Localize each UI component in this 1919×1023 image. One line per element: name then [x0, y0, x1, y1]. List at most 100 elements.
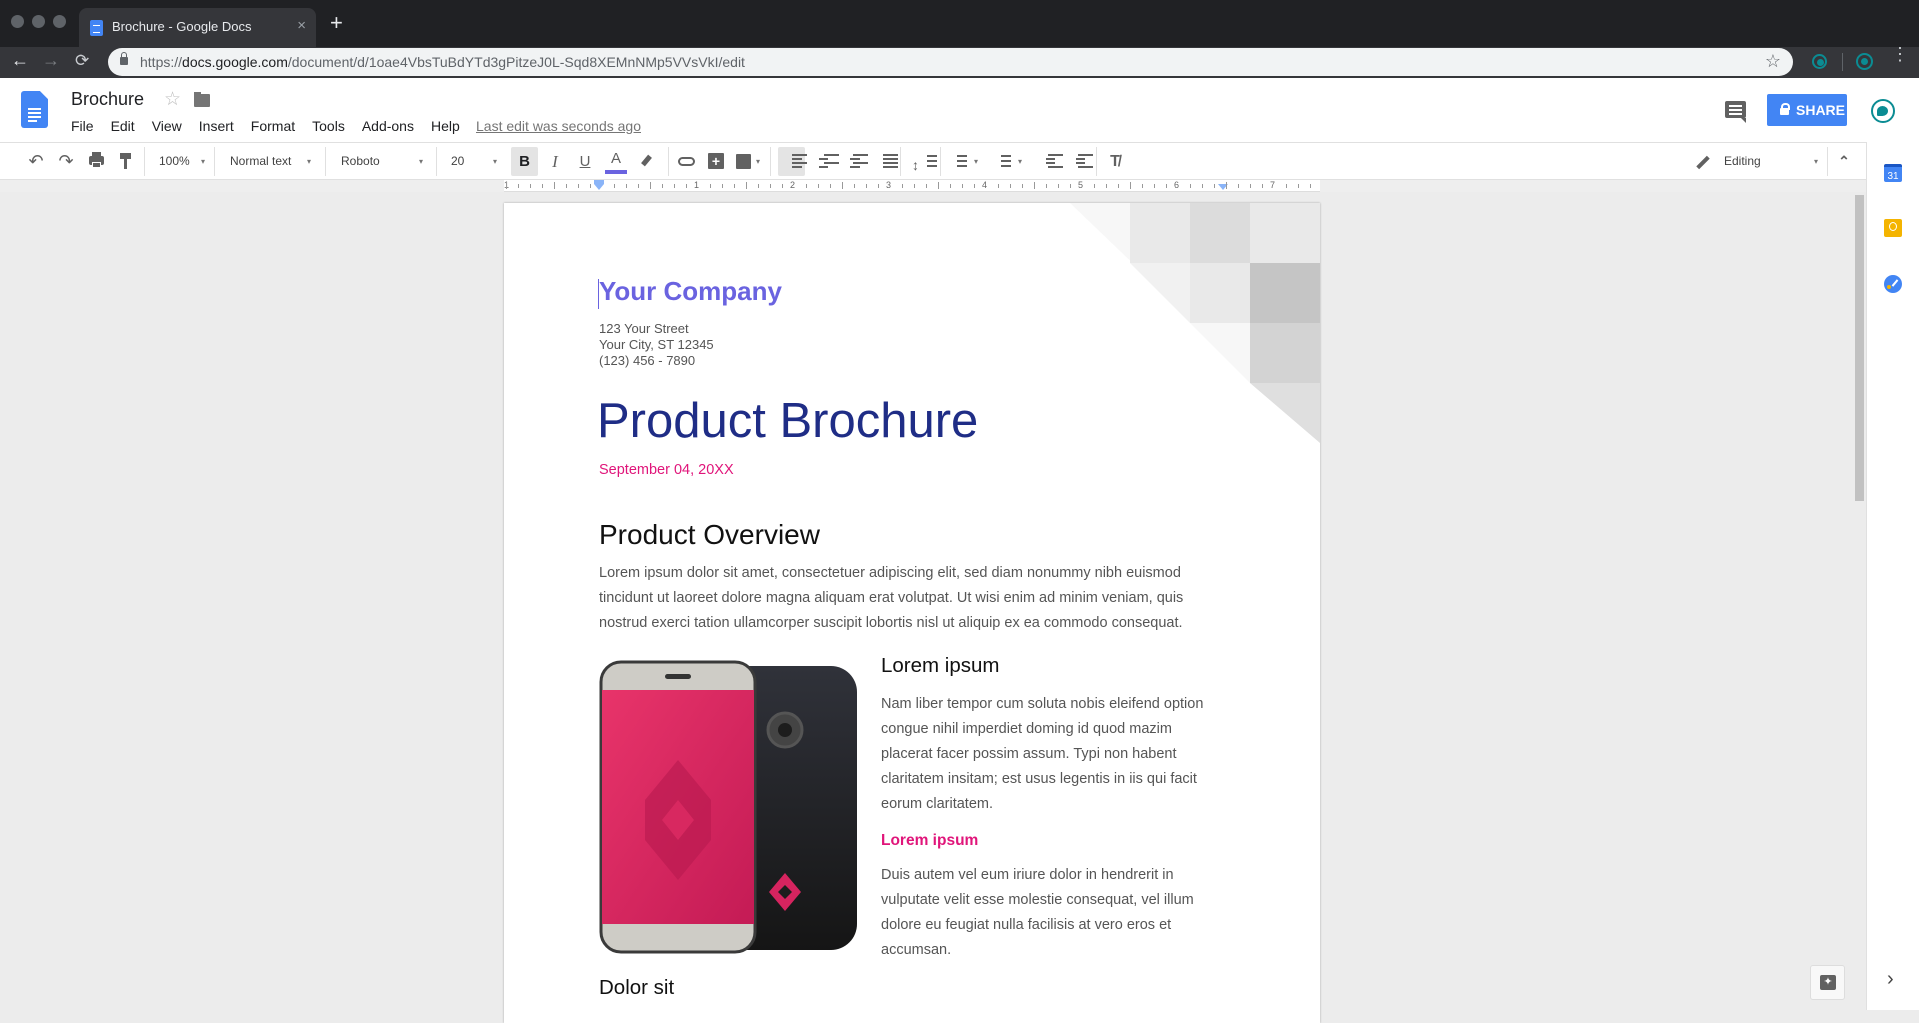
align-left-button[interactable] [778, 147, 807, 176]
browser-menu-icon[interactable]: ⋮ [1891, 45, 1909, 63]
ruler-tick [962, 184, 963, 188]
paragraph-line[interactable]: eorum claritatem. [881, 792, 993, 817]
line-spacing-icon[interactable]: ↕ [910, 143, 937, 180]
clear-formatting-icon[interactable]: T̸ [1105, 143, 1125, 180]
address-line[interactable]: (123) 456 - 7890 [599, 353, 695, 369]
calendar-icon[interactable]: 31 [1884, 164, 1902, 182]
underline-button[interactable]: U [574, 143, 596, 180]
browser-tab[interactable]: Brochure - Google Docs × [79, 8, 316, 47]
align-right-button[interactable] [843, 143, 868, 180]
paragraph-line[interactable]: placerat facer possim assum. Typi non ha… [881, 742, 1177, 767]
link-icon[interactable] [675, 143, 699, 180]
menu-format[interactable]: Format [251, 118, 295, 134]
address-line[interactable]: Your City, ST 12345 [599, 337, 714, 353]
paragraph-line[interactable]: congue nihil imperdiet doming id quod ma… [881, 717, 1172, 742]
share-button[interactable]: SHARE [1767, 94, 1847, 126]
expand-panel-chevron-icon[interactable]: › [1887, 968, 1894, 991]
paragraph-line[interactable]: claritatem insitam; est usus legentis in… [881, 767, 1197, 792]
window-minimize-button[interactable] [32, 15, 45, 28]
insert-comment-icon[interactable]: + [706, 143, 726, 180]
document-date[interactable]: September 04, 20XX [599, 462, 734, 478]
ruler-tick [1250, 184, 1251, 188]
section-heading[interactable]: Product Overview [599, 519, 820, 551]
menu-edit[interactable]: Edit [111, 118, 135, 134]
paragraph-line[interactable]: Duis autem vel eum iriure dolor in hendr… [881, 863, 1174, 888]
editing-mode-select[interactable]: Editing ▾ [1696, 143, 1818, 180]
paragraph-line[interactable]: tincidunt ut laoreet dolore magna aliqua… [599, 586, 1183, 611]
paragraph-line[interactable]: dolore eu feugiat nulla facilisis at ver… [881, 913, 1171, 938]
account-avatar[interactable] [1871, 99, 1895, 123]
forward-icon[interactable]: → [42, 50, 60, 71]
italic-button[interactable]: I [544, 143, 566, 180]
back-icon[interactable]: ← [11, 50, 29, 71]
increase-indent-icon[interactable] [1068, 143, 1093, 180]
text-color-button[interactable]: A [605, 143, 627, 180]
explore-button[interactable]: ✦ [1810, 965, 1845, 1000]
ruler-page-area[interactable]: 1 1 2 3 4 5 6 7 [504, 180, 1320, 192]
ruler-tick [1202, 184, 1203, 188]
font-size-select[interactable]: 20 ▾ [451, 143, 497, 180]
star-icon[interactable]: ☆ [164, 88, 181, 111]
ruler-tick [1154, 184, 1155, 188]
document-page[interactable]: Your Company 123 Your Street Your City, … [504, 203, 1320, 1023]
undo-icon[interactable]: ↶ [25, 143, 47, 180]
decrease-indent-icon[interactable] [1038, 143, 1063, 180]
font-select[interactable]: Roboto ▾ [341, 143, 423, 180]
caret-down-icon: ▾ [306, 157, 311, 166]
product-phone-image[interactable] [599, 660, 859, 956]
left-indent-marker[interactable] [594, 184, 604, 190]
new-tab-button[interactable]: + [330, 10, 343, 36]
last-edit-link[interactable]: Last edit was seconds ago [476, 118, 641, 134]
address-line[interactable]: 123 Your Street [599, 321, 689, 337]
ruler-tick [770, 184, 771, 188]
numbered-list-icon[interactable]: ▾ [949, 143, 983, 180]
window-close-button[interactable] [11, 15, 24, 28]
caret-down-icon: ▾ [418, 157, 423, 166]
menu-view[interactable]: View [152, 118, 182, 134]
menu-help[interactable]: Help [431, 118, 460, 134]
window-maximize-button[interactable] [53, 15, 66, 28]
paragraph-line[interactable]: vulputate velit esse molestie consequat,… [881, 888, 1194, 913]
section-heading[interactable]: Dolor sit [599, 976, 674, 1000]
highlight-icon[interactable] [638, 143, 658, 180]
paint-format-icon[interactable] [118, 143, 134, 180]
menu-insert[interactable]: Insert [199, 118, 234, 134]
bold-button[interactable]: B [511, 147, 538, 176]
paragraph-style-select[interactable]: Normal text ▾ [230, 143, 311, 180]
paragraph-line[interactable]: Nam liber tempor cum soluta nobis eleife… [881, 692, 1203, 717]
tasks-icon[interactable] [1884, 275, 1902, 293]
profile-icon[interactable] [1856, 53, 1873, 70]
justify-button[interactable] [873, 143, 898, 180]
tab-close-icon[interactable]: × [297, 17, 306, 34]
paragraph-line[interactable]: nostrud exerci tation ullamcorper suscip… [599, 611, 1183, 636]
bulleted-list-icon[interactable]: ▾ [993, 143, 1027, 180]
zoom-select[interactable]: 100% ▾ [159, 143, 205, 180]
scrollbar-thumb[interactable] [1855, 195, 1864, 501]
paragraph-line[interactable]: Lorem ipsum dolor sit amet, consectetuer… [599, 561, 1181, 586]
keep-icon[interactable] [1884, 219, 1902, 237]
subsection-heading[interactable]: Lorem ipsum [881, 654, 1000, 678]
align-center-button[interactable] [814, 143, 839, 180]
bookmark-star-icon[interactable]: ☆ [1765, 51, 1781, 72]
insert-image-icon[interactable]: ▾ [734, 143, 764, 180]
ruler-tick [758, 184, 759, 188]
paragraph-line[interactable]: accumsan. [881, 938, 951, 963]
docs-logo-icon[interactable] [21, 91, 48, 128]
redo-icon[interactable]: ↷ [55, 143, 77, 180]
menu-addons[interactable]: Add-ons [362, 118, 414, 134]
document-title-heading[interactable]: Product Brochure [597, 393, 978, 449]
extension-icon[interactable] [1812, 54, 1827, 69]
print-icon[interactable] [86, 143, 106, 180]
subsection-subheading[interactable]: Lorem ipsum [881, 832, 978, 850]
company-name[interactable]: Your Company [599, 276, 782, 307]
reload-icon[interactable]: ⟳ [75, 51, 89, 71]
ruler-tick [1118, 184, 1119, 188]
hide-menus-chevron-icon[interactable]: ⌃ [1834, 143, 1854, 180]
folder-icon[interactable] [194, 92, 210, 107]
url-input[interactable]: https://docs.google.com/document/d/1oae4… [108, 48, 1793, 76]
menu-file[interactable]: File [71, 118, 94, 134]
ruler-tick [1262, 184, 1263, 188]
comments-icon[interactable] [1725, 101, 1746, 123]
menu-tools[interactable]: Tools [312, 118, 345, 134]
document-title[interactable]: Brochure [71, 89, 144, 110]
